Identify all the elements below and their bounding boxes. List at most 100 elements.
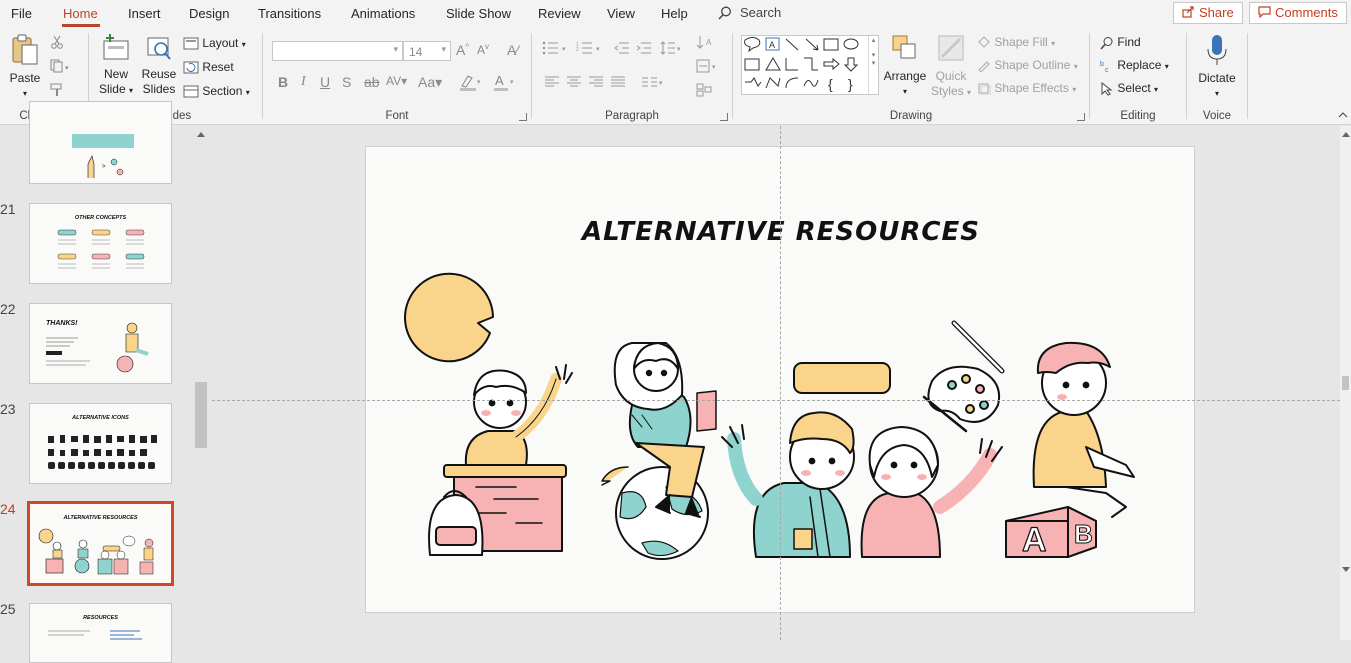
- font-name-dropdown[interactable]: ▾: [272, 41, 403, 61]
- align-left-icon[interactable]: [545, 76, 559, 88]
- tab-view[interactable]: View: [607, 6, 635, 21]
- slide-number-24: 24: [0, 501, 16, 517]
- menu-bar: File Home Insert Design Transitions Anim…: [0, 0, 1351, 27]
- vertical-guide[interactable]: [780, 126, 781, 640]
- quick-styles-button[interactable]: Quick Styles ▾: [929, 33, 973, 100]
- collapse-ribbon-icon[interactable]: [1338, 111, 1348, 119]
- new-slide-button[interactable]: New Slide ▾: [97, 33, 135, 98]
- shadow-icon[interactable]: S: [342, 74, 351, 90]
- text-direction-icon[interactable]: A: [696, 35, 722, 49]
- svg-text:>: >: [102, 164, 106, 170]
- horizontal-guide[interactable]: [212, 400, 1340, 401]
- bullets-icon[interactable]: ▾: [542, 41, 570, 55]
- svg-text:2: 2: [576, 47, 579, 53]
- layout-label: Layout: [202, 36, 239, 50]
- canvas-scrollbar-thumb[interactable]: [1342, 376, 1349, 390]
- increase-font-size-icon[interactable]: A^: [456, 42, 469, 58]
- slide-thumbnail-21[interactable]: OTHER CONCEPTS: [29, 203, 172, 284]
- bold-icon[interactable]: B: [278, 74, 288, 90]
- strikethrough-icon[interactable]: ab: [364, 74, 380, 90]
- thumbnail-content-21: [57, 229, 145, 269]
- thumbnail-scrollbar-thumb[interactable]: [195, 382, 207, 448]
- arrange-icon: [892, 35, 916, 59]
- scroll-down-icon[interactable]: [1341, 566, 1351, 574]
- highlight-color-icon[interactable]: ▾: [459, 74, 483, 92]
- shapes-gallery-scroll[interactable]: ▴ ▾ ▾: [868, 36, 878, 94]
- find-icon: [1100, 36, 1113, 50]
- reset-button[interactable]: Reset: [183, 60, 234, 74]
- drawing-dialog-launcher[interactable]: [1077, 113, 1085, 121]
- decrease-indent-icon[interactable]: [614, 41, 630, 55]
- new-slide-label-1: New: [103, 67, 128, 81]
- shape-outline-button[interactable]: Shape Outline ▾: [977, 58, 1078, 73]
- thumbnail-scrollbar[interactable]: [193, 126, 209, 640]
- voice-group: Dictate ▾ Voice: [1187, 27, 1247, 125]
- underline-icon[interactable]: U: [320, 74, 330, 90]
- tab-file[interactable]: File: [11, 6, 32, 21]
- tab-design[interactable]: Design: [189, 6, 229, 21]
- increase-indent-icon[interactable]: [636, 41, 652, 55]
- dictate-button[interactable]: Dictate ▾: [1191, 33, 1243, 101]
- replace-button[interactable]: bc Replace ▾: [1100, 58, 1169, 73]
- comments-button[interactable]: Comments: [1249, 2, 1347, 24]
- kids-illustration[interactable]: A B: [366, 147, 1196, 614]
- scroll-up-icon[interactable]: [196, 130, 206, 138]
- reuse-slides-button[interactable]: Reuse Slides: [139, 33, 179, 97]
- shape-effects-button[interactable]: Shape Effects ▾: [977, 81, 1076, 96]
- tab-animations[interactable]: Animations: [351, 6, 415, 21]
- layout-button[interactable]: Layout ▾: [183, 36, 246, 50]
- slide-number-23: 23: [0, 401, 16, 417]
- tab-slide-show[interactable]: Slide Show: [446, 6, 511, 21]
- slide-thumbnail-pane: > 21 OTHER CONCEPTS 22 THANKS! 23 ALTERN…: [0, 101, 210, 663]
- shapes-gallery[interactable]: A { } ▴ ▾ ▾: [741, 35, 879, 95]
- cut-icon[interactable]: [50, 35, 64, 49]
- tab-home[interactable]: Home: [63, 6, 98, 21]
- change-case-icon[interactable]: Aa▾: [418, 74, 442, 91]
- scroll-up-icon[interactable]: [1341, 130, 1351, 138]
- find-button[interactable]: Find: [1100, 35, 1141, 50]
- slide-thumbnail-20[interactable]: >: [29, 101, 172, 184]
- section-button[interactable]: Section ▾: [183, 84, 250, 98]
- tab-insert[interactable]: Insert: [128, 6, 161, 21]
- align-right-icon[interactable]: [589, 76, 603, 88]
- align-center-icon[interactable]: [567, 76, 581, 88]
- slide-thumbnail-23[interactable]: ALTERNATIVE ICONS: [29, 403, 172, 484]
- columns-icon[interactable]: ▾: [642, 76, 666, 88]
- slide-thumbnail-24[interactable]: ALTERNATIVE RESOURCES: [27, 501, 174, 586]
- slide-thumbnail-25[interactable]: RESOURCES: [29, 603, 172, 663]
- arrange-button[interactable]: Arrange ▾: [883, 33, 927, 99]
- character-spacing-icon[interactable]: AV▾: [386, 74, 407, 88]
- copy-icon[interactable]: ▾: [50, 59, 72, 73]
- clear-formatting-icon[interactable]: A∕: [507, 42, 519, 58]
- font-dialog-launcher[interactable]: [519, 113, 527, 121]
- tab-review[interactable]: Review: [538, 6, 581, 21]
- line-spacing-icon[interactable]: ▾: [660, 41, 684, 55]
- paste-button[interactable]: Paste ▾: [6, 33, 44, 101]
- justify-icon[interactable]: [611, 76, 625, 88]
- numbering-icon[interactable]: 12 ▾: [576, 41, 604, 55]
- tab-transitions[interactable]: Transitions: [258, 6, 321, 21]
- canvas-scrollbar[interactable]: [1340, 126, 1351, 640]
- select-label: Select: [1117, 81, 1151, 95]
- svg-text:▾: ▾: [712, 64, 716, 71]
- italic-icon[interactable]: I: [301, 74, 306, 90]
- align-text-icon[interactable]: ▾: [696, 59, 722, 73]
- share-button[interactable]: Share: [1173, 2, 1243, 24]
- decrease-font-size-icon[interactable]: Av: [477, 42, 489, 57]
- paragraph-group-label: Paragraph: [605, 110, 659, 122]
- paragraph-dialog-launcher[interactable]: [720, 113, 728, 121]
- shape-fill-button[interactable]: Shape Fill ▾: [977, 35, 1055, 49]
- slide-thumbnail-22[interactable]: THANKS!: [29, 303, 172, 384]
- font-size-dropdown[interactable]: 14 ▾: [403, 41, 451, 61]
- quick-styles-label-2: Styles: [930, 84, 964, 98]
- smartart-icon[interactable]: [696, 83, 722, 97]
- drawing-group-label: Drawing: [889, 110, 933, 122]
- select-button[interactable]: Select ▾: [1100, 81, 1158, 96]
- font-color-icon[interactable]: A ▾: [493, 74, 517, 92]
- tab-help[interactable]: Help: [661, 6, 688, 21]
- thumbnail-icon-grid-23: [48, 435, 157, 469]
- format-painter-icon[interactable]: [50, 83, 64, 97]
- search-box[interactable]: Search: [718, 5, 781, 20]
- svg-text:b: b: [1100, 61, 1104, 68]
- share-label: Share: [1199, 5, 1234, 20]
